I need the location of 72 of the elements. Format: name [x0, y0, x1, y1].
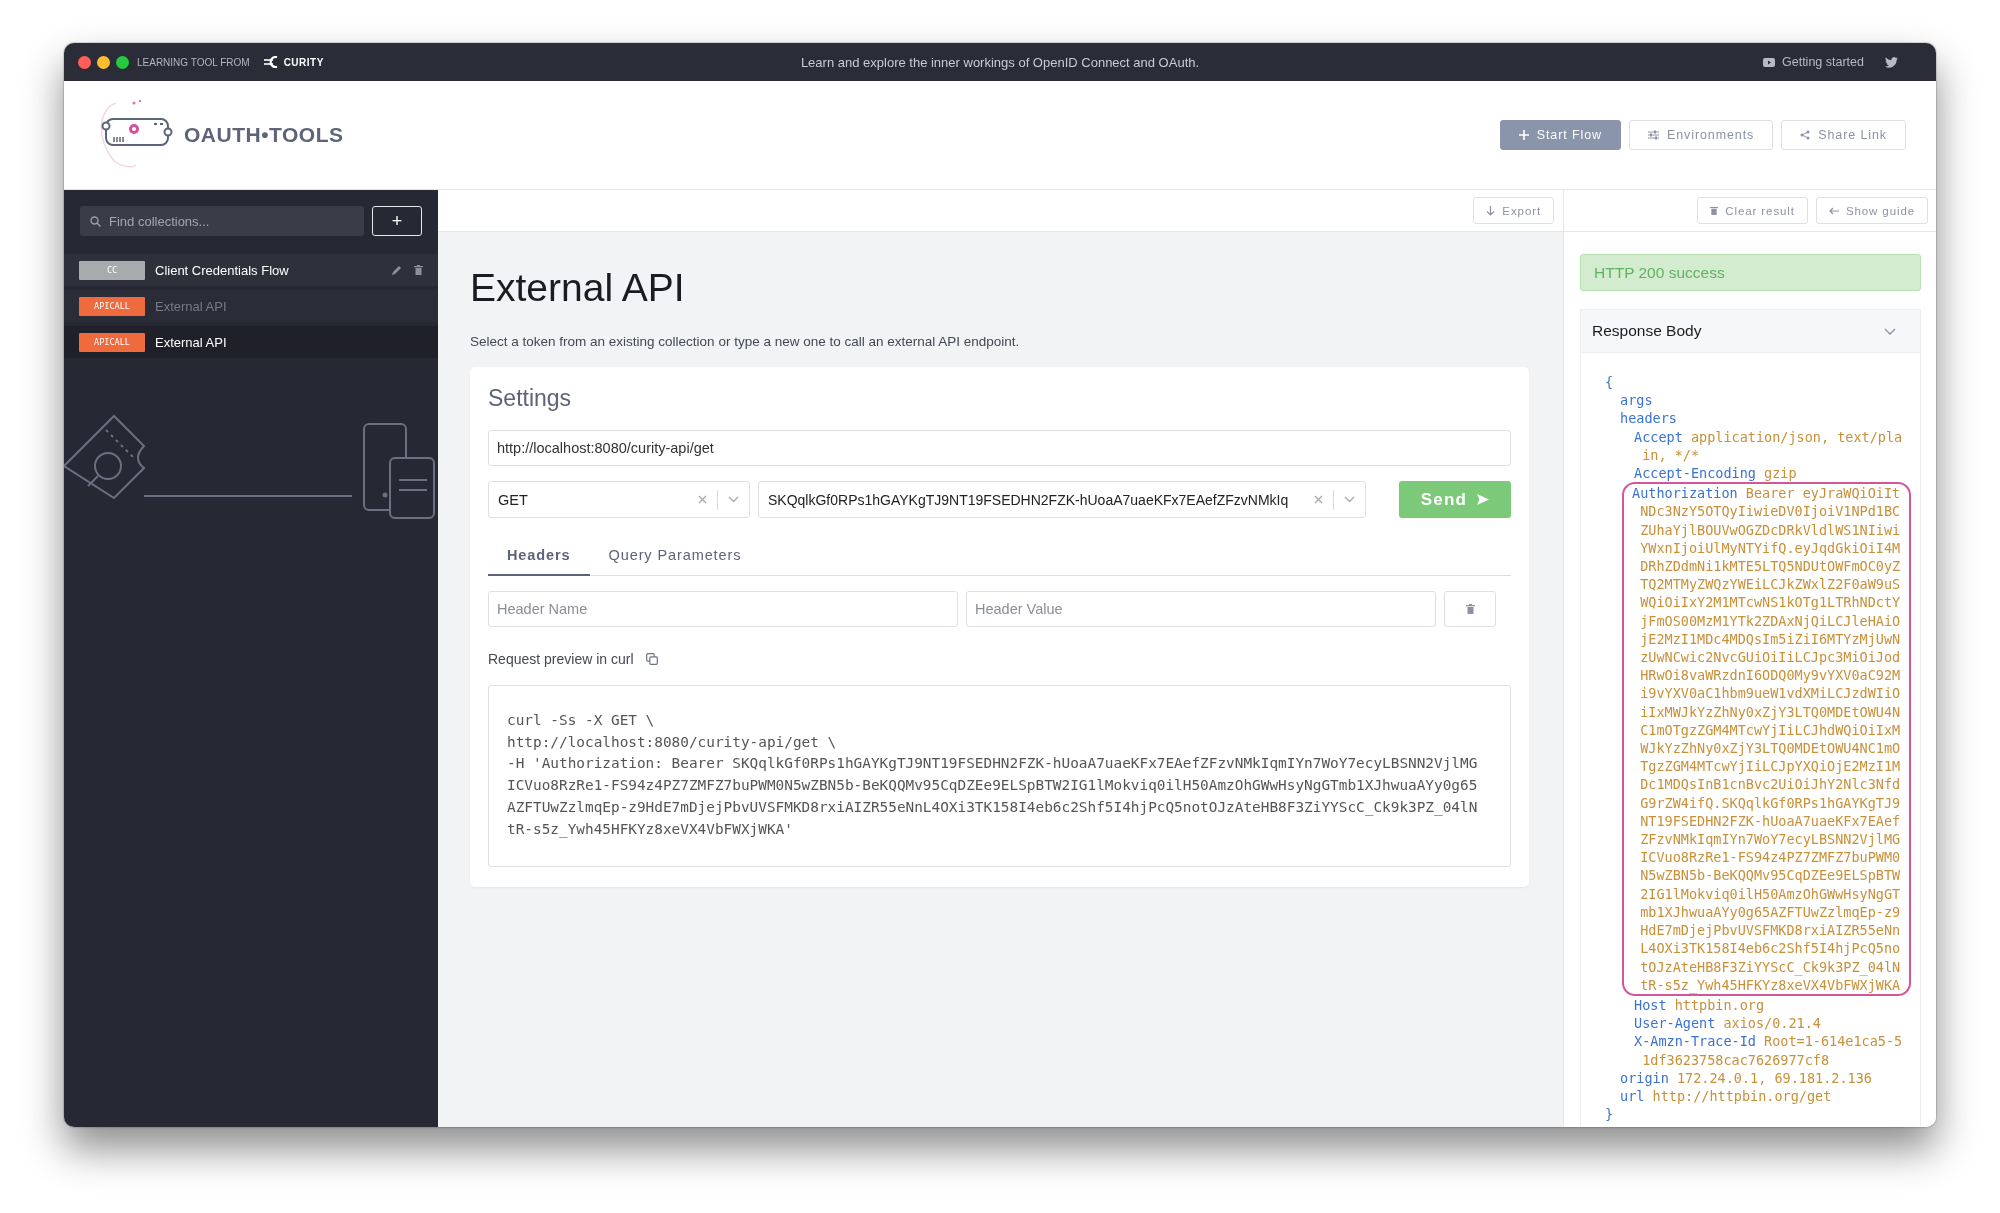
logo-text: OAUTH•TOOLS: [184, 123, 344, 147]
flow-tag: CC: [79, 260, 145, 280]
clear-icon[interactable]: [1314, 495, 1323, 504]
code-line: http://localhost:8080/curity-api/get \: [507, 732, 838, 752]
json-property: args: [1619, 391, 1654, 410]
page-description: Select a token from an existing collection or type a new one to call an external API endpoint.: [470, 334, 1021, 349]
video-icon: [1763, 57, 1775, 67]
maximize-window-icon[interactable]: [116, 55, 129, 69]
json-property: X-Amzn-Trace-Id Root=1-614e1ca5-51df3623758cac7626977cf8: [1633, 1032, 1904, 1069]
chevron-down-icon[interactable]: [1884, 327, 1896, 335]
chevron-down-icon[interactable]: [1344, 496, 1355, 503]
send-arrow-icon: [1477, 494, 1490, 505]
code-brace: {: [1605, 373, 1615, 392]
response-title: Response Body: [1592, 322, 1702, 340]
json-property: User-Agent axios/0.21.4: [1633, 1014, 1822, 1033]
brand-name: CURITY: [283, 56, 324, 68]
bird-icon[interactable]: [1885, 56, 1898, 68]
code-line: curl -Ss -X GET \: [507, 711, 656, 730]
token-select[interactable]: SKQqlkGf0RPs1hGAYKgTJ9NT19FSEDHN2FZK-hUoaA7uaeKFx7EAefZFzvNMkIq: [758, 481, 1366, 518]
item-label: Client Credentials Flow: [155, 262, 290, 278]
json-property: headers: [1619, 409, 1678, 428]
start-flow-button[interactable]: Start Flow: [1499, 120, 1621, 150]
brand-logo-icon: [263, 56, 278, 68]
code-brace: }: [1605, 1105, 1615, 1124]
add-button[interactable]: +: [372, 206, 422, 236]
header-value-field[interactable]: Header Value: [966, 591, 1436, 627]
method-select[interactable]: GET: [488, 481, 750, 518]
environments-button[interactable]: Environments: [1629, 120, 1774, 150]
share-icon: [1800, 130, 1811, 140]
getting-started-link[interactable]: Getting started: [1782, 55, 1864, 69]
trash-icon: [1465, 604, 1475, 614]
code-line: -H 'Authorization: Bearer SKQqlkGf0RPs1hGAYKgTJ9NT19FSEDHN2FZK-hUoaA7uaeKFx7EAefZFzvNMkIqmIYn7WoY7ecyLBSNN2VjlMGICVuo8RzRe1-FS94z4PZ7ZMFZ7buPWM0N5wZBN5b-BeKQQMv95CqDZEe9ELSpBTW2IG1lMokviq0ilH50AmzOhGWwHsyNgGTmb1XJhwuaAYy0g65AZFTUwZzlmqEp-z9HdE7mDjejPbvUVSFMKD8rxiAIZR55eNnL4OXi3TK158I4eb6c2Shf5I4hjPcQ5notOJzAteHB8F3ZiYYScC_Ck9k3PZ_04lNtR-s5z_Ywh45HFKYz8xeVX4VbFWXjWKA': [507, 754, 1478, 840]
collection-item[interactable]: APICALL External API: [64, 290, 438, 322]
close-window-icon[interactable]: [78, 55, 91, 69]
collection-item[interactable]: CC Client Credentials Flow: [64, 254, 438, 286]
json-property: Host httpbin.org: [1633, 995, 1766, 1015]
tagline-message: Learn and explore the inner workings of OpenID Connect and OAuth.: [800, 54, 1200, 70]
trash-icon: [1710, 206, 1719, 215]
json-property: Accept-Encoding gzip: [1633, 464, 1798, 483]
header-name-field[interactable]: Header Name: [488, 591, 958, 627]
tab[interactable]: Headers: [488, 536, 590, 576]
share-link-button[interactable]: Share Link: [1781, 120, 1906, 150]
delete-button[interactable]: [1444, 591, 1496, 627]
clear-icon[interactable]: [698, 495, 707, 504]
export-button[interactable]: Export: [1473, 197, 1554, 224]
minimize-window-icon[interactable]: [97, 55, 110, 69]
search-field[interactable]: Find collections...: [80, 206, 364, 236]
json-property: url http://httpbin.org/get: [1619, 1086, 1833, 1106]
search-icon: [90, 216, 101, 227]
status-message: HTTP 200 success: [1580, 254, 1921, 291]
collection-item[interactable]: APICALL External API: [64, 326, 438, 358]
plus-icon: [1518, 130, 1529, 140]
chevron-down-icon[interactable]: [728, 496, 739, 503]
url-field[interactable]: http://localhost:8080/curity-api/get: [488, 430, 1511, 466]
flow-tag: APICALL: [79, 332, 145, 352]
show-guide-button[interactable]: Show guide: [1815, 197, 1928, 224]
flow-tag: APICALL: [79, 296, 145, 316]
item-label: External API: [155, 334, 228, 350]
sliders-icon: [1648, 130, 1659, 140]
tab[interactable]: Query Parameters: [589, 536, 761, 576]
clear-result-button[interactable]: Clear result: [1697, 197, 1808, 224]
trash-icon[interactable]: [414, 265, 423, 275]
settings-heading: Settings: [488, 385, 573, 412]
tagline: LEARNING TOOL FROM: [137, 56, 250, 68]
pencil-icon[interactable]: [391, 264, 402, 276]
page-title: External API: [470, 266, 686, 310]
download-arrow-icon: [1486, 205, 1496, 216]
preview-label: Request preview in curl: [488, 651, 634, 667]
copy-icon[interactable]: [645, 653, 658, 665]
item-label: External API: [155, 298, 228, 314]
json-property: origin 172.24.0.1, 69.181.2.136: [1619, 1068, 1873, 1087]
arrow-left-icon: [1828, 206, 1839, 215]
